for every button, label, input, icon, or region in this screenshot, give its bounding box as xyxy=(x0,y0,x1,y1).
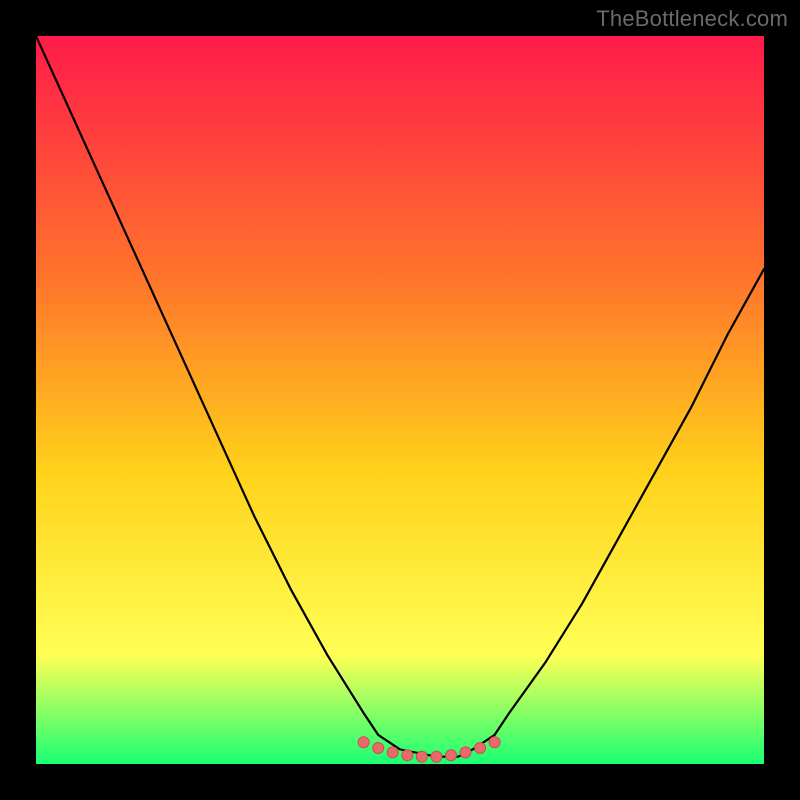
optimal-marker xyxy=(489,737,500,748)
optimal-marker xyxy=(431,751,442,762)
watermark-text: TheBottleneck.com xyxy=(596,6,788,32)
chart-svg xyxy=(36,36,764,764)
optimal-marker xyxy=(387,747,398,758)
optimal-marker xyxy=(373,743,384,754)
chart-frame: TheBottleneck.com xyxy=(0,0,800,800)
optimal-marker xyxy=(358,737,369,748)
optimal-marker xyxy=(475,743,486,754)
plot-area xyxy=(36,36,764,764)
gradient-background xyxy=(36,36,764,764)
optimal-marker xyxy=(416,751,427,762)
optimal-marker xyxy=(460,747,471,758)
optimal-marker xyxy=(402,750,413,761)
optimal-marker xyxy=(446,750,457,761)
